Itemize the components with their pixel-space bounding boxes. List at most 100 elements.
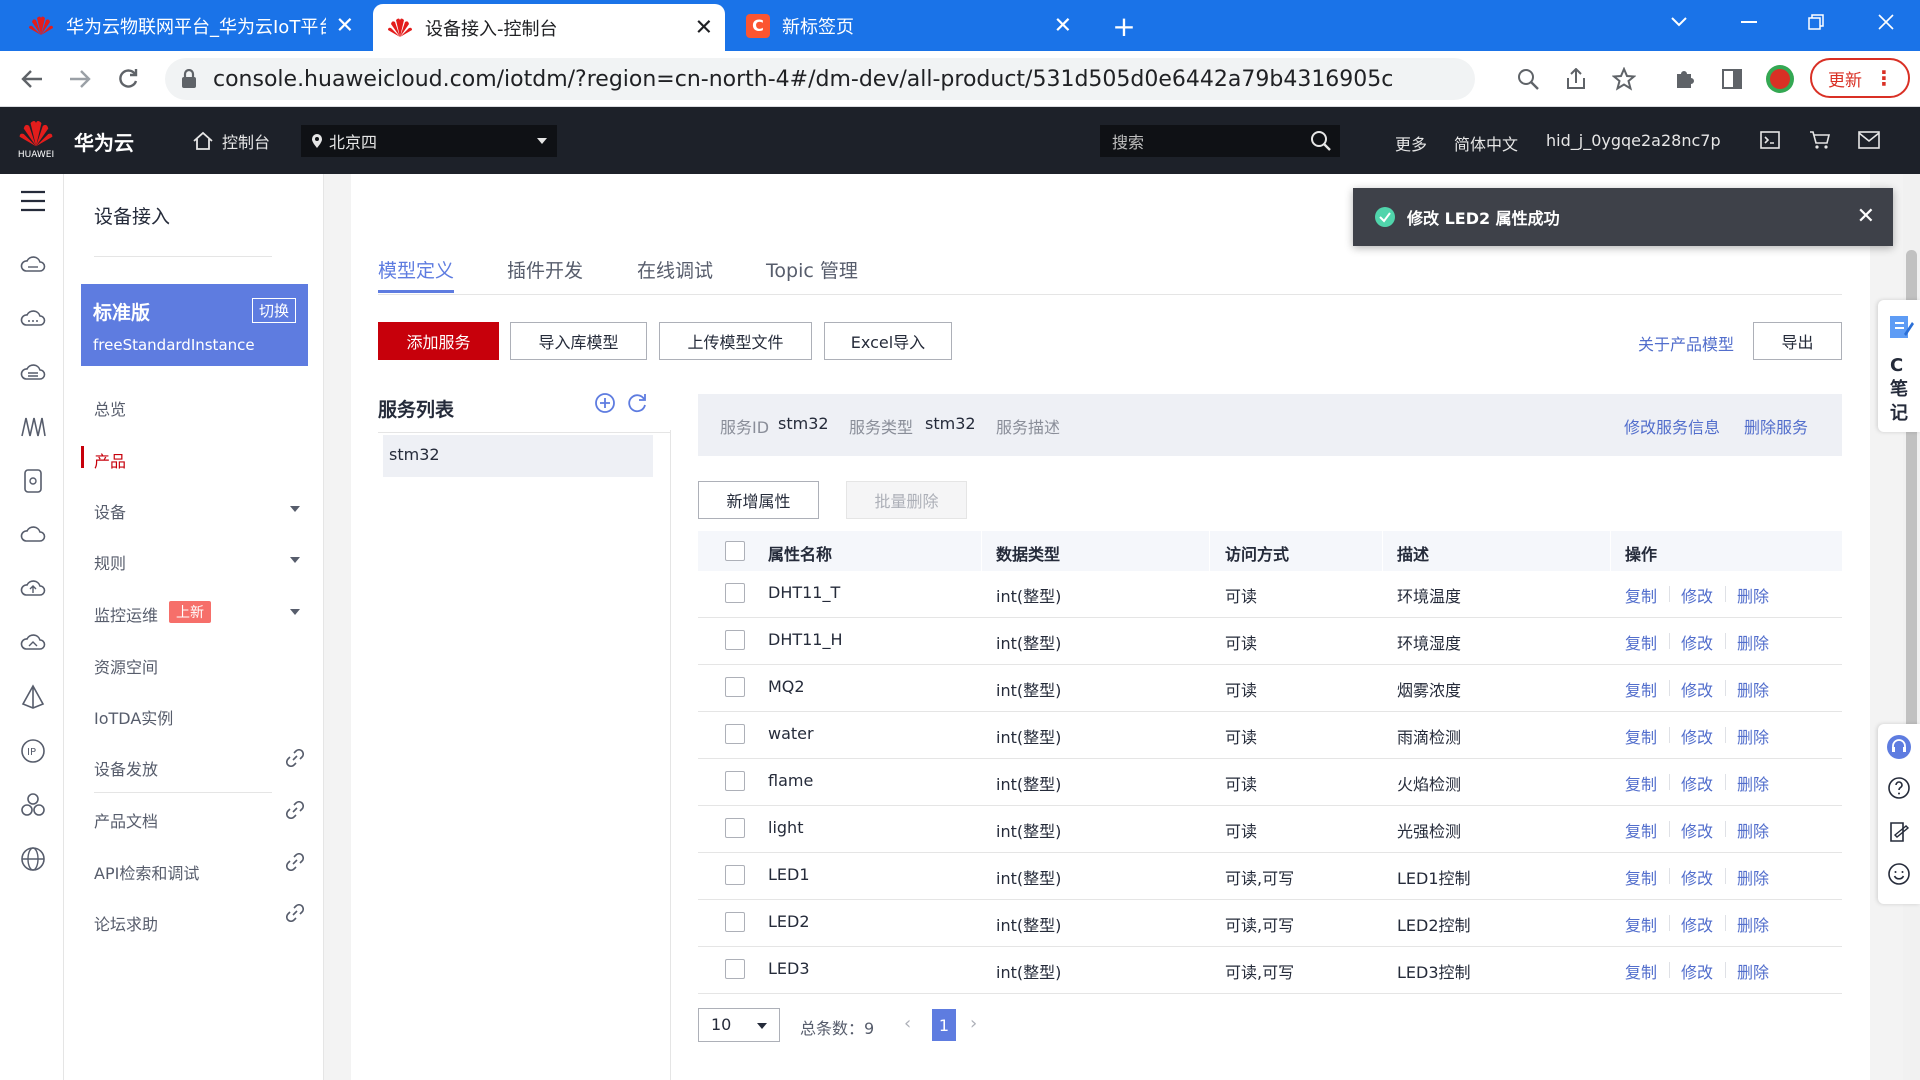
cluster-icon[interactable] [20,792,46,818]
add-service-button[interactable]: 添加服务 [378,322,499,360]
edit-link[interactable]: 修改 [1681,724,1713,748]
cloud-upload-icon[interactable] [20,576,46,602]
instance-card[interactable]: 标准版 切换 freeStandardInstance [81,284,308,366]
copy-link[interactable]: 复制 [1625,959,1657,983]
delete-link[interactable]: 删除 [1737,630,1769,654]
page-size-select[interactable]: 10 [698,1008,780,1042]
brand-name[interactable]: 华为云 [74,127,134,156]
row-checkbox[interactable] [725,724,745,744]
language-link[interactable]: 简体中文 [1454,131,1518,155]
add-circle-icon[interactable] [594,392,616,414]
delete-service-link[interactable]: 删除服务 [1744,414,1808,438]
sidebar-item-product-docs[interactable]: 产品文档 [94,808,158,832]
sidebar-item-resource-space[interactable]: 资源空间 [94,654,158,678]
refresh-icon[interactable] [626,392,648,414]
browser-tab-new[interactable]: C 新标签页 ✕ [732,0,1084,51]
import-library-model-button[interactable]: 导入库模型 [510,322,647,360]
share-icon[interactable] [1560,63,1592,95]
external-link-icon[interactable] [286,801,304,819]
global-search-input[interactable]: 搜索 [1100,125,1340,157]
close-icon[interactable]: ✕ [336,13,354,38]
close-icon[interactable]: ✕ [1857,204,1875,229]
upload-model-file-button[interactable]: 上传模型文件 [659,322,812,360]
cloud-network-icon[interactable] [20,630,46,656]
external-link-icon[interactable] [286,853,304,871]
previous-page-icon[interactable]: ‹ [904,1013,911,1034]
address-bar[interactable]: console.huaweicloud.com/iotdm/?region=cn… [165,58,1475,100]
current-page-button[interactable]: 1 [932,1009,956,1041]
globe-icon[interactable] [20,846,46,872]
analytics-wave-icon[interactable] [20,414,46,440]
tab-online-debugging[interactable]: 在线调试 [637,256,713,283]
sidebar-item-rules[interactable]: 规则 [94,550,126,574]
more-link[interactable]: 更多 [1395,131,1427,155]
feedback-edit-icon[interactable] [1887,820,1911,844]
about-product-model-link[interactable]: 关于产品模型 [1638,331,1734,355]
tab-topic-management[interactable]: Topic 管理 [766,256,858,283]
storage-icon[interactable] [20,468,46,494]
ip-icon[interactable]: IP [20,738,46,764]
minimize-icon[interactable] [1720,0,1778,44]
edit-link[interactable]: 修改 [1681,677,1713,701]
edit-link[interactable]: 修改 [1681,583,1713,607]
edit-link[interactable]: 修改 [1681,959,1713,983]
browser-tab-huaweicloud-iot[interactable]: 华为云物联网平台_华为云IoT平台 ✕ [14,0,366,51]
delete-link[interactable]: 删除 [1737,865,1769,889]
smiley-feedback-icon[interactable] [1887,862,1911,886]
copy-link[interactable]: 复制 [1625,724,1657,748]
row-checkbox[interactable] [725,818,745,838]
csdn-note-widget[interactable]: C笔记 [1878,300,1920,432]
search-icon[interactable] [1310,130,1332,152]
excel-import-button[interactable]: Excel导入 [824,322,952,360]
row-checkbox[interactable] [725,959,745,979]
chevron-down-icon[interactable] [290,506,300,512]
copy-link[interactable]: 复制 [1625,865,1657,889]
console-home-link[interactable]: 控制台 [192,129,270,153]
copy-link[interactable]: 复制 [1625,912,1657,936]
sidebar-item-iotda-instance[interactable]: IoTDA实例 [94,705,173,729]
copy-link[interactable]: 复制 [1625,771,1657,795]
update-button[interactable]: 更新 ⋮ [1810,58,1910,98]
sidebar-item-devices[interactable]: 设备 [94,499,126,523]
edit-link[interactable]: 修改 [1681,630,1713,654]
copy-link[interactable]: 复制 [1625,818,1657,842]
sidebar-item-products[interactable]: 产品 [94,448,126,472]
export-button[interactable]: 导出 [1753,322,1842,360]
delete-link[interactable]: 删除 [1737,677,1769,701]
select-all-checkbox[interactable] [725,541,745,561]
customer-service-icon[interactable] [1886,734,1912,760]
zoom-icon[interactable] [1512,63,1544,95]
sidebar-item-api-explorer[interactable]: API检索和调试 [94,860,199,884]
external-link-icon[interactable] [286,749,304,767]
row-checkbox[interactable] [725,583,745,603]
forward-icon[interactable] [64,63,96,95]
delete-link[interactable]: 删除 [1737,959,1769,983]
copy-link[interactable]: 复制 [1625,583,1657,607]
copy-link[interactable]: 复制 [1625,677,1657,701]
service-list-item[interactable]: stm32 [383,435,653,477]
row-checkbox[interactable] [725,677,745,697]
back-icon[interactable] [16,63,48,95]
edit-link[interactable]: 修改 [1681,912,1713,936]
mail-icon[interactable] [1858,131,1880,149]
delete-link[interactable]: 删除 [1737,771,1769,795]
sidebar-item-device-provisioning[interactable]: 设备发放 [94,756,158,780]
cloud-shell-icon[interactable] [1760,131,1780,149]
extensions-icon[interactable] [1668,63,1700,95]
browser-tab-device-access[interactable]: 设备接入-控制台 ✕ [373,4,725,51]
huawei-logo-icon[interactable]: HUAWEI [16,119,56,163]
sidebar-item-overview[interactable]: 总览 [94,396,126,420]
chevron-down-icon[interactable] [290,609,300,615]
sidebar-item-monitoring[interactable]: 监控运维 [94,602,158,626]
copy-link[interactable]: 复制 [1625,630,1657,654]
next-page-icon[interactable]: › [970,1013,977,1034]
add-property-button[interactable]: 新增属性 [698,481,819,519]
side-panel-icon[interactable] [1716,63,1748,95]
help-question-icon[interactable] [1887,776,1911,800]
menu-dots-icon[interactable]: ⋮ [1874,66,1894,90]
profile-avatar-icon[interactable] [1764,63,1796,95]
cloud-icon[interactable] [20,522,46,548]
restore-icon[interactable] [1787,0,1845,44]
row-checkbox[interactable] [725,630,745,650]
tab-search-icon[interactable] [1650,0,1708,44]
